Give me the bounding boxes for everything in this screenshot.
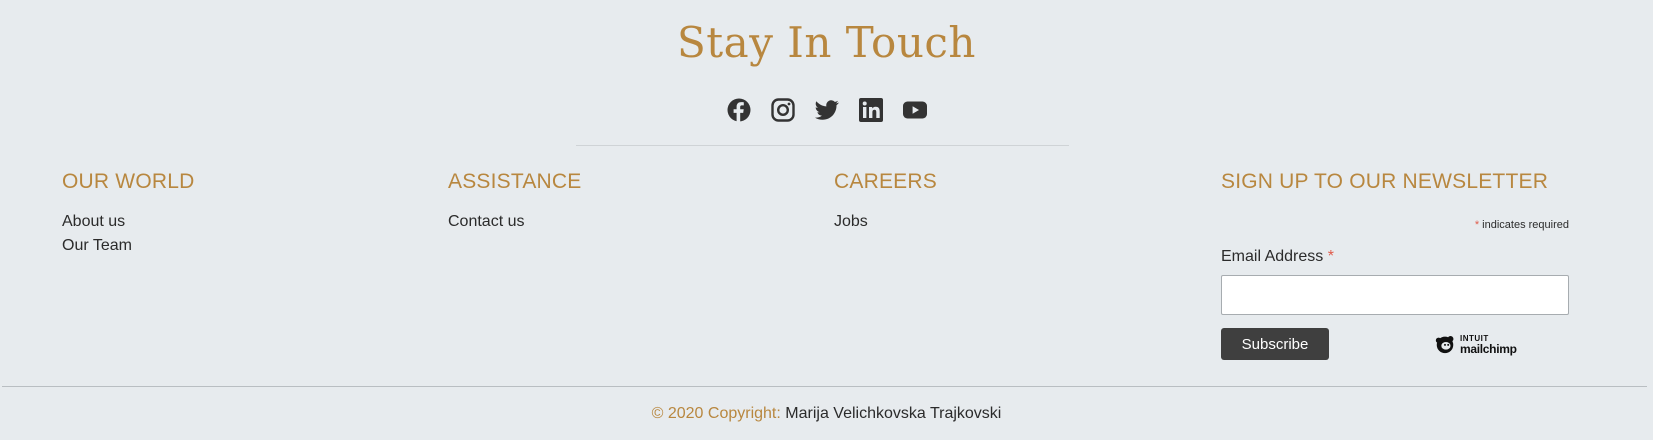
careers-heading: CAREERS (834, 170, 937, 193)
newsletter-heading: SIGN UP TO OUR NEWSLETTER (1221, 170, 1549, 193)
assistance-heading: ASSISTANCE (448, 170, 582, 193)
our-world-column: OUR WORLD About us Our Team (62, 170, 194, 258)
email-label: Email Address * (1221, 248, 1334, 266)
newsletter-column: SIGN UP TO OUR NEWSLETTER (1221, 170, 1548, 210)
bottom-divider (2, 386, 1647, 387)
required-note-text: indicates required (1482, 219, 1569, 231)
contact-us-link[interactable]: Contact us (448, 210, 581, 234)
our-world-heading: OUR WORLD (62, 170, 195, 193)
subscribe-button[interactable]: Subscribe (1221, 328, 1329, 360)
copyright-name: Marija Velichkovska Trajkovski (785, 405, 1002, 422)
email-required-star: * (1327, 248, 1334, 265)
copyright: © 2020 Copyright: Marija Velichkovska Tr… (0, 405, 1653, 423)
youtube-icon[interactable] (902, 98, 927, 122)
mailchimp-badge[interactable]: INTUIT mailchimp (1434, 333, 1517, 355)
required-star: * (1474, 219, 1480, 231)
about-us-link[interactable]: About us (62, 210, 194, 234)
section-title: Stay In Touch (677, 18, 976, 67)
mailchimp-icon (1435, 336, 1454, 354)
email-input[interactable] (1221, 275, 1569, 315)
copyright-prefix: © 2020 Copyright: (651, 405, 781, 422)
assistance-column: ASSISTANCE Contact us (448, 170, 581, 234)
top-divider (576, 145, 1069, 146)
facebook-icon[interactable] (727, 98, 751, 122)
badge-bottom-text: mailchimp (1460, 342, 1517, 356)
jobs-link[interactable]: Jobs (834, 210, 937, 234)
twitter-icon[interactable] (814, 98, 839, 122)
email-label-text: Email Address (1221, 248, 1324, 265)
required-note: * indicates required (1221, 219, 1569, 231)
social-links (0, 98, 1653, 122)
careers-column: CAREERS Jobs (834, 170, 937, 234)
our-team-link[interactable]: Our Team (62, 234, 194, 258)
linkedin-icon[interactable] (858, 98, 883, 122)
instagram-icon[interactable] (770, 98, 795, 122)
